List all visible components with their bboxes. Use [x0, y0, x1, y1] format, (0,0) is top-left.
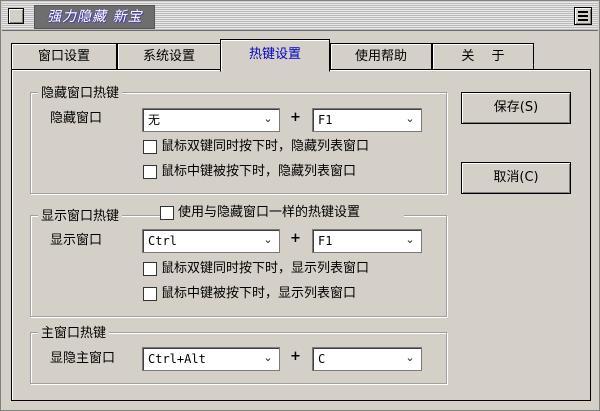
close-box-icon[interactable]: [8, 8, 24, 24]
menu-icon[interactable]: [574, 7, 592, 25]
hotkey-settings-window: 强力隐藏 新宝 窗口设置 系统设置 热键设置 使用帮助 关 于 隐藏窗口热键 隐…: [0, 0, 600, 411]
tab-about[interactable]: 关 于: [432, 43, 534, 70]
hide-dual-click-checkbox[interactable]: [143, 140, 157, 154]
show-window-label: 显示窗口: [50, 233, 103, 248]
hide-modifier-value: 无: [148, 113, 161, 127]
plus-sign: +: [290, 349, 301, 364]
hide-dual-click-label: 鼠标双键同时按下时，隐藏列表窗口: [161, 139, 370, 154]
show-modifier-value: Ctrl: [148, 234, 177, 248]
show-key-value: F1: [318, 234, 333, 248]
plus-sign: +: [290, 231, 301, 246]
hide-key-select[interactable]: F1 ⌄: [312, 108, 422, 132]
chevron-down-icon: ⌄: [263, 233, 273, 246]
save-button[interactable]: 保存(S): [461, 92, 571, 124]
hide-middle-click-label: 鼠标中键被按下时，隐藏列表窗口: [161, 164, 357, 179]
same-as-hide-option[interactable]: 使用与隐藏窗口一样的热键设置: [160, 204, 404, 222]
show-dual-click-checkbox[interactable]: [143, 262, 157, 276]
chevron-down-icon: ⌄: [405, 233, 415, 246]
show-group-title: 显示窗口热键: [38, 205, 123, 224]
title-bar[interactable]: 强力隐藏 新宝: [2, 2, 598, 31]
chevron-down-icon: ⌄: [263, 351, 273, 364]
main-modifier-select[interactable]: Ctrl+Alt ⌄: [142, 347, 280, 371]
main-key-select[interactable]: C ⌄: [312, 347, 422, 371]
title-plate: 强力隐藏 新宝: [34, 5, 156, 29]
show-key-select[interactable]: F1 ⌄: [312, 229, 422, 253]
show-dual-click-label: 鼠标双键同时按下时，显示列表窗口: [161, 261, 370, 276]
tab-system-settings[interactable]: 系统设置: [117, 43, 221, 70]
main-group-title: 主窗口热键: [38, 322, 110, 341]
hide-middle-click-checkbox[interactable]: [143, 165, 157, 179]
tab-window-settings[interactable]: 窗口设置: [11, 43, 117, 70]
main-modifier-value: Ctrl+Alt: [148, 352, 206, 366]
same-as-hide-label: 使用与隐藏窗口一样的热键设置: [178, 205, 361, 220]
cancel-button[interactable]: 取消(C): [461, 162, 571, 194]
chevron-down-icon: ⌄: [263, 112, 273, 125]
chevron-down-icon: ⌄: [405, 351, 415, 364]
hide-window-label: 隐藏窗口: [50, 111, 103, 126]
toggle-main-window-label: 显隐主窗口: [50, 351, 116, 366]
tab-panel: 隐藏窗口热键 隐藏窗口 无 ⌄ + F1 ⌄ 鼠标双键同时按下时，隐藏列表窗口 …: [11, 69, 591, 401]
main-key-value: C: [318, 352, 326, 366]
chevron-down-icon: ⌄: [405, 112, 415, 125]
hide-modifier-select[interactable]: 无 ⌄: [142, 108, 280, 132]
tab-hotkey-settings[interactable]: 热键设置: [220, 39, 330, 72]
window-title: 强力隐藏 新宝: [47, 9, 143, 25]
plus-sign: +: [290, 110, 301, 125]
same-as-hide-checkbox[interactable]: [160, 206, 174, 220]
hide-key-value: F1: [318, 113, 333, 127]
hide-group-title: 隐藏窗口热键: [38, 82, 123, 101]
tab-help[interactable]: 使用帮助: [330, 43, 432, 70]
show-modifier-select[interactable]: Ctrl ⌄: [142, 229, 280, 253]
show-middle-click-checkbox[interactable]: [143, 287, 157, 301]
show-middle-click-label: 鼠标中键被按下时，显示列表窗口: [161, 286, 357, 301]
